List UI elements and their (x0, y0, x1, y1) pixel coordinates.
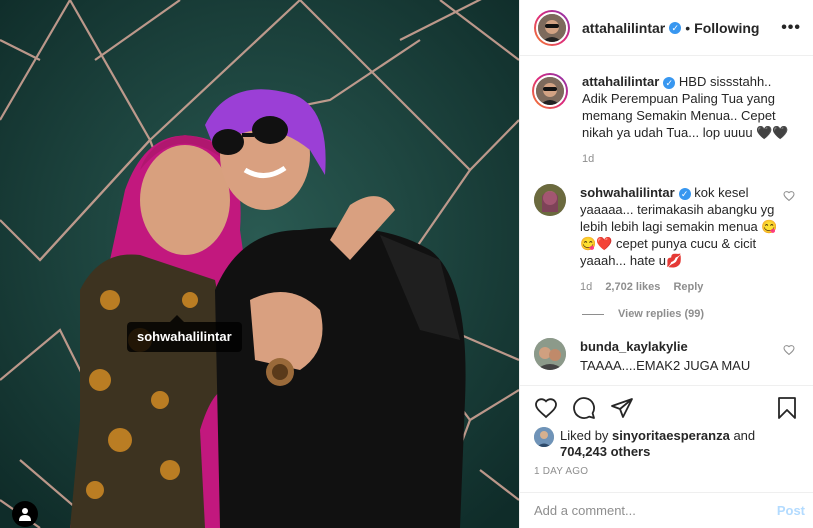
comment-like-count[interactable]: 2,702 likes (605, 281, 660, 293)
photo-image (0, 0, 519, 528)
post-comment-button[interactable]: Post (777, 503, 805, 518)
caption-meta: 1d (582, 151, 790, 168)
caption-avatar[interactable] (532, 73, 568, 109)
likes-text: Liked by sinyoritaesperanza and 704,243 … (560, 428, 755, 460)
caption-text-block: attahalilintar ✓ HBD sissstahh.. Adik Per… (582, 73, 790, 168)
comment-username[interactable]: sohwahalilintar (580, 185, 675, 200)
comment-row: sohwahalilintar ✓ kok kesel yaaaaa... ter… (534, 184, 799, 296)
comment-like-heart-icon[interactable] (783, 344, 795, 356)
post-photo[interactable]: sohwahalilintar (0, 0, 519, 528)
comment-like-heart-icon[interactable] (783, 190, 795, 202)
comment-text: TAAAA....EMAK2 JUGA MAU (580, 358, 751, 373)
caption-age[interactable]: 1d (582, 153, 594, 165)
comment-meta: 1d 2,702 likes Reply (580, 279, 788, 296)
avatar-image (534, 427, 554, 447)
caption-row: attahalilintar ✓ HBD sissstahh.. Adik Per… (532, 73, 799, 168)
comment-age[interactable]: 1d (580, 281, 592, 293)
caption-username[interactable]: attahalilintar (582, 74, 659, 89)
more-options-button[interactable]: ••• (781, 19, 801, 37)
view-replies-button[interactable]: View replies (99) (582, 308, 799, 320)
comments-list[interactable]: attahalilintar ✓ HBD sissstahh.. Adik Per… (520, 57, 813, 385)
replies-divider-line (582, 313, 604, 315)
likes-others-count[interactable]: 704,243 others (560, 444, 650, 459)
liker-username[interactable]: sinyoritaesperanza (612, 428, 730, 443)
reply-button[interactable]: Reply (673, 281, 703, 293)
commenter-avatar[interactable] (534, 184, 566, 216)
photo-user-tag[interactable]: sohwahalilintar (127, 322, 242, 352)
tagged-users-button[interactable] (12, 501, 38, 527)
paper-plane-icon[interactable] (610, 396, 634, 420)
commenter-avatar[interactable] (534, 338, 566, 370)
following-button[interactable]: Following (694, 20, 759, 36)
likes-prefix: Liked by (560, 428, 609, 443)
avatar-image (538, 13, 566, 42)
verified-badge-icon: ✓ (663, 77, 676, 89)
action-icons (534, 386, 799, 430)
add-comment-bar: Post (520, 492, 813, 528)
bookmark-icon[interactable] (775, 396, 799, 420)
post-timestamp[interactable]: 1 DAY AGO (534, 466, 799, 477)
post-header: attahalilintar ✓ • Following ••• (520, 0, 813, 56)
author-avatar[interactable] (534, 9, 570, 46)
heart-icon[interactable] (534, 396, 558, 420)
view-replies-label: View replies (99) (618, 308, 705, 320)
avatar-image (536, 77, 564, 105)
comment-text-block: bunda_kaylakylie TAAAA....EMAK2 JUGA MAU (580, 338, 788, 374)
avatar-image (534, 184, 566, 216)
comment-text-block: sohwahalilintar ✓ kok kesel yaaaaa... ter… (580, 184, 788, 296)
likes-summary: Liked by sinyoritaesperanza and 704,243 … (534, 427, 799, 460)
comment-input[interactable] (534, 503, 777, 518)
avatar-image (534, 338, 566, 370)
person-icon (19, 508, 31, 521)
verified-badge-icon: ✓ (678, 188, 691, 200)
verified-badge-icon: ✓ (669, 21, 682, 34)
post-actions: Liked by sinyoritaesperanza and 704,243 … (520, 385, 813, 477)
comment-row: bunda_kaylakylie TAAAA....EMAK2 JUGA MAU (534, 338, 799, 374)
liker-avatar[interactable] (534, 427, 554, 447)
likes-and: and (733, 428, 756, 443)
author-username[interactable]: attahalilintar (582, 20, 665, 36)
header-separator: • (685, 19, 691, 36)
comment-icon[interactable] (572, 396, 596, 420)
post-side-panel: attahalilintar ✓ • Following ••• attahal… (519, 0, 813, 528)
comment-username[interactable]: bunda_kaylakylie (580, 339, 688, 354)
photo-tag-pointer (170, 315, 184, 322)
